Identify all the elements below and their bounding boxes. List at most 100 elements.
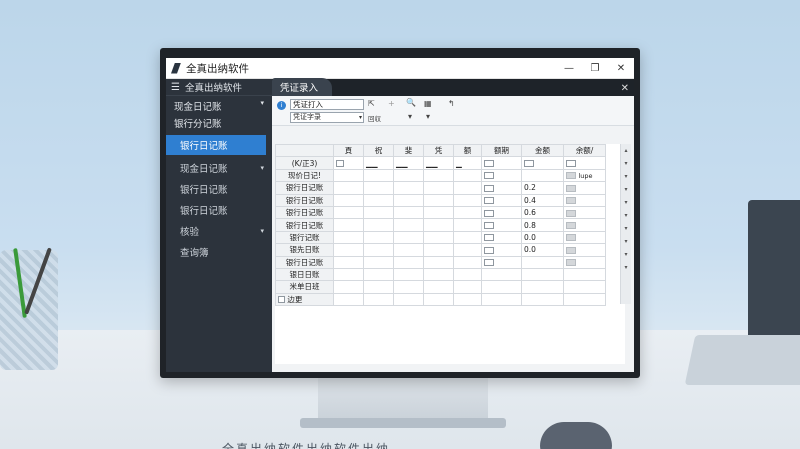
cell[interactable] [481, 168, 522, 183]
table-row[interactable]: 银行记账 0.0 [275, 230, 606, 245]
cell[interactable] [423, 168, 454, 183]
cell[interactable] [333, 156, 364, 170]
chevron-down-icon[interactable]: ▾ [621, 183, 631, 196]
sidebar-item-verify[interactable]: 核验 ▾ [166, 220, 272, 241]
cell[interactable] [481, 193, 522, 207]
cell[interactable] [563, 181, 606, 195]
cell[interactable] [481, 243, 522, 257]
cell[interactable] [423, 205, 454, 220]
footer-label[interactable]: 边更 [275, 292, 334, 307]
cell[interactable] [453, 168, 482, 183]
sidebar-item-bank-journal-3[interactable]: 银行日记账 [166, 199, 272, 220]
cell[interactable] [363, 230, 394, 245]
cell[interactable] [333, 255, 364, 269]
cell[interactable] [423, 243, 454, 257]
cell[interactable] [453, 230, 482, 245]
cell[interactable] [481, 267, 522, 282]
cell[interactable] [333, 243, 364, 257]
cell[interactable] [363, 218, 394, 232]
cell[interactable] [481, 255, 522, 269]
cell[interactable] [363, 168, 394, 183]
amount-cell[interactable]: 0.6 [521, 205, 564, 220]
cell[interactable] [363, 243, 394, 257]
cell[interactable] [333, 181, 364, 195]
cell[interactable] [563, 267, 606, 282]
minimize-button[interactable]: — [556, 63, 582, 74]
cell[interactable] [393, 267, 424, 282]
cell[interactable] [423, 193, 454, 207]
table-row[interactable]: 银先日账 0.0 [275, 243, 606, 257]
sidebar-section-bank[interactable]: 银行分记账 [166, 116, 272, 133]
sidebar-item-bank-journal-2[interactable]: 银行日记账 [166, 178, 272, 199]
dropdown-arrow-2[interactable]: ▾ [426, 112, 430, 121]
cell[interactable] [453, 181, 482, 195]
cell[interactable] [333, 205, 364, 220]
export-button[interactable]: ⇱ [368, 99, 375, 108]
cell[interactable]: ▁▁ [423, 156, 454, 170]
cell[interactable] [563, 205, 606, 220]
table-row[interactable]: 银行日记账 0.2 [275, 181, 606, 195]
checkbox[interactable] [278, 296, 285, 304]
cell[interactable] [333, 193, 364, 207]
cell[interactable] [423, 280, 454, 294]
grid-view-button[interactable]: ▦ [424, 99, 432, 108]
amount-cell[interactable]: 0.8 [521, 218, 564, 232]
amount-cell[interactable] [521, 280, 564, 294]
cell[interactable] [423, 218, 454, 232]
cell[interactable] [333, 280, 364, 294]
dropdown-arrow-1[interactable]: ▾ [408, 112, 412, 121]
table-row[interactable]: 银行日记账 0.4 [275, 193, 606, 207]
close-tab-icon[interactable]: ✕ [616, 83, 634, 96]
chevron-down-icon[interactable]: ▾ [621, 196, 631, 209]
cell[interactable]: lupe [563, 168, 606, 183]
table-row[interactable]: 米单日班 [275, 280, 606, 294]
cell[interactable] [393, 243, 424, 257]
cell[interactable] [423, 267, 454, 282]
cell[interactable] [363, 255, 394, 269]
amount-cell[interactable] [521, 168, 564, 183]
cell[interactable] [423, 255, 454, 269]
cell[interactable] [333, 230, 364, 245]
table-row[interactable]: 现价日记! lupe [275, 168, 606, 183]
cell[interactable] [563, 193, 606, 207]
cell[interactable] [563, 243, 606, 257]
chevron-down-icon[interactable]: ▾ [621, 248, 631, 261]
cell[interactable]: ▁ [453, 156, 482, 170]
table-row[interactable]: 银日日账 [275, 267, 606, 282]
cell[interactable] [481, 181, 522, 195]
cell[interactable] [393, 280, 424, 294]
cell[interactable] [363, 205, 394, 220]
cell[interactable] [363, 193, 394, 207]
cell[interactable] [393, 230, 424, 245]
close-button[interactable]: ✕ [608, 63, 634, 74]
sidebar-item-cash-journal[interactable]: 现金日记账 ▾ [166, 157, 272, 178]
cell[interactable] [453, 267, 482, 282]
amount-cell[interactable]: 0.4 [521, 193, 564, 207]
cell[interactable] [453, 205, 482, 220]
chevron-down-icon[interactable]: ▾ [621, 157, 631, 170]
cell[interactable] [481, 218, 522, 232]
cell[interactable] [521, 156, 564, 170]
cell[interactable] [363, 280, 394, 294]
cell[interactable] [393, 205, 424, 220]
cell[interactable] [423, 230, 454, 245]
cell[interactable] [563, 156, 606, 170]
voucher-input[interactable]: 凭证打入 [290, 99, 364, 110]
table-row[interactable]: 银行日记账 0.8 [275, 218, 606, 232]
search-button[interactable]: 🔍 [406, 98, 416, 107]
undo-button[interactable]: ↰ [448, 99, 455, 108]
amount-cell[interactable] [521, 267, 564, 282]
grid-scroll-arrows[interactable]: ▴ ▾ ▾ ▾ ▾ ▾ ▾ ▾ ▾ ▾ [620, 144, 631, 304]
chevron-down-icon[interactable]: ▾ [621, 261, 631, 274]
cell[interactable] [563, 280, 606, 294]
cell[interactable] [333, 168, 364, 183]
scroll-up-icon[interactable]: ▴ [621, 144, 631, 157]
tab-voucher-entry[interactable]: 凭证录入 [272, 78, 333, 96]
info-icon[interactable]: i [277, 101, 286, 110]
cell[interactable] [481, 280, 522, 294]
cell[interactable] [393, 193, 424, 207]
cell[interactable] [453, 193, 482, 207]
voucher-type-select[interactable]: 凭证字录 ▾ [290, 112, 364, 123]
cell[interactable] [563, 218, 606, 232]
cell[interactable] [481, 205, 522, 220]
